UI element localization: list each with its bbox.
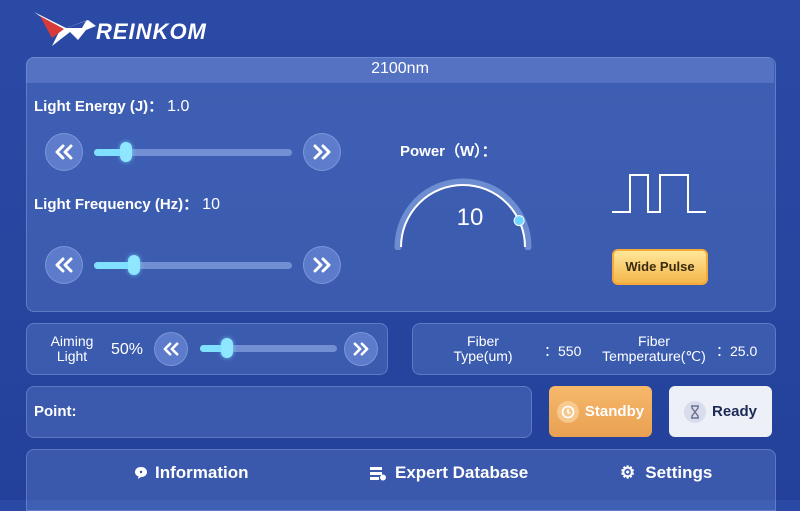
energy-slider-thumb[interactable] [119, 142, 132, 162]
pulse-wave-icon [612, 174, 706, 213]
standby-button[interactable]: Standby [549, 386, 652, 437]
double-chevron-right-icon [313, 257, 331, 273]
power-gauge-indicator[interactable] [513, 215, 525, 227]
power-label: Power（W）： [400, 143, 497, 160]
fiber-type-line1: Fiber [467, 333, 499, 349]
aiming-decrease-button[interactable] [154, 332, 188, 366]
hourglass-icon [683, 400, 706, 423]
aiming-label-line1: Aiming [50, 333, 94, 349]
nav-information[interactable]: Information [133, 463, 249, 483]
frequency-slider[interactable] [94, 255, 292, 275]
nav-information-label: Information [155, 463, 249, 482]
frequency-increase-button[interactable] [303, 246, 341, 284]
nav-expert-database-label: Expert Database [395, 463, 529, 482]
energy-decrease-button[interactable] [45, 133, 83, 171]
gear-icon: ⚙ [620, 463, 636, 482]
nav-settings-label: Settings [645, 463, 713, 482]
clock-icon [556, 400, 579, 423]
fiber-temperature-label: Fiber Temperature(℃) [598, 334, 710, 364]
ready-label: Ready [711, 403, 758, 420]
frequency-decrease-button[interactable] [45, 246, 83, 284]
light-energy-row: Light Energy (J)： 1.0 [34, 95, 189, 116]
double-chevron-left-icon [55, 257, 73, 273]
light-frequency-value: 10 [202, 196, 220, 213]
brand-name: REINKOM [96, 19, 207, 44]
wavelength-label: 2100nm [371, 60, 429, 77]
point-label: Point: [34, 403, 77, 420]
eagle-icon [34, 12, 96, 46]
database-icon [370, 467, 386, 481]
aiming-label-line2: Light [56, 348, 88, 364]
nav-settings[interactable]: ⚙ Settings [620, 463, 712, 483]
aiming-light-value: 50% [111, 341, 144, 358]
aiming-light-label: Aiming Light [42, 334, 102, 364]
double-chevron-right-icon [353, 342, 369, 356]
ready-button[interactable]: Ready [669, 386, 772, 437]
fiber-temperature-line1: Fiber [638, 333, 670, 349]
double-chevron-right-icon [313, 144, 331, 160]
frequency-slider-thumb[interactable] [127, 255, 140, 275]
light-energy-label: Light Energy (J)： [34, 98, 164, 115]
point-panel [26, 386, 532, 438]
chat-bubble-icon [135, 467, 147, 479]
aiming-increase-button[interactable] [344, 332, 378, 366]
fiber-type-value: ：550 [544, 343, 582, 359]
aiming-slider[interactable] [200, 338, 337, 358]
standby-label: Standby [584, 403, 645, 420]
fiber-type-line2: Type(um) [453, 348, 513, 364]
power-value: 10 [456, 204, 484, 231]
energy-slider[interactable] [94, 142, 292, 162]
fiber-temperature-value: ：25.0 [716, 343, 758, 359]
nav-expert-database[interactable]: Expert Database [369, 463, 528, 483]
light-frequency-row: Light Frequency (Hz)： 10 [34, 193, 220, 214]
wide-pulse-button[interactable]: Wide Pulse [612, 249, 708, 285]
double-chevron-left-icon [55, 144, 73, 160]
energy-increase-button[interactable] [303, 133, 341, 171]
aiming-slider-thumb[interactable] [221, 338, 234, 358]
fiber-temperature-line2: Temperature(℃) [602, 348, 706, 364]
light-frequency-label: Light Frequency (Hz)： [34, 196, 199, 213]
double-chevron-left-icon [163, 342, 179, 356]
light-energy-value: 1.0 [167, 98, 190, 115]
fiber-type-label: Fiber Type(um) [438, 334, 528, 364]
